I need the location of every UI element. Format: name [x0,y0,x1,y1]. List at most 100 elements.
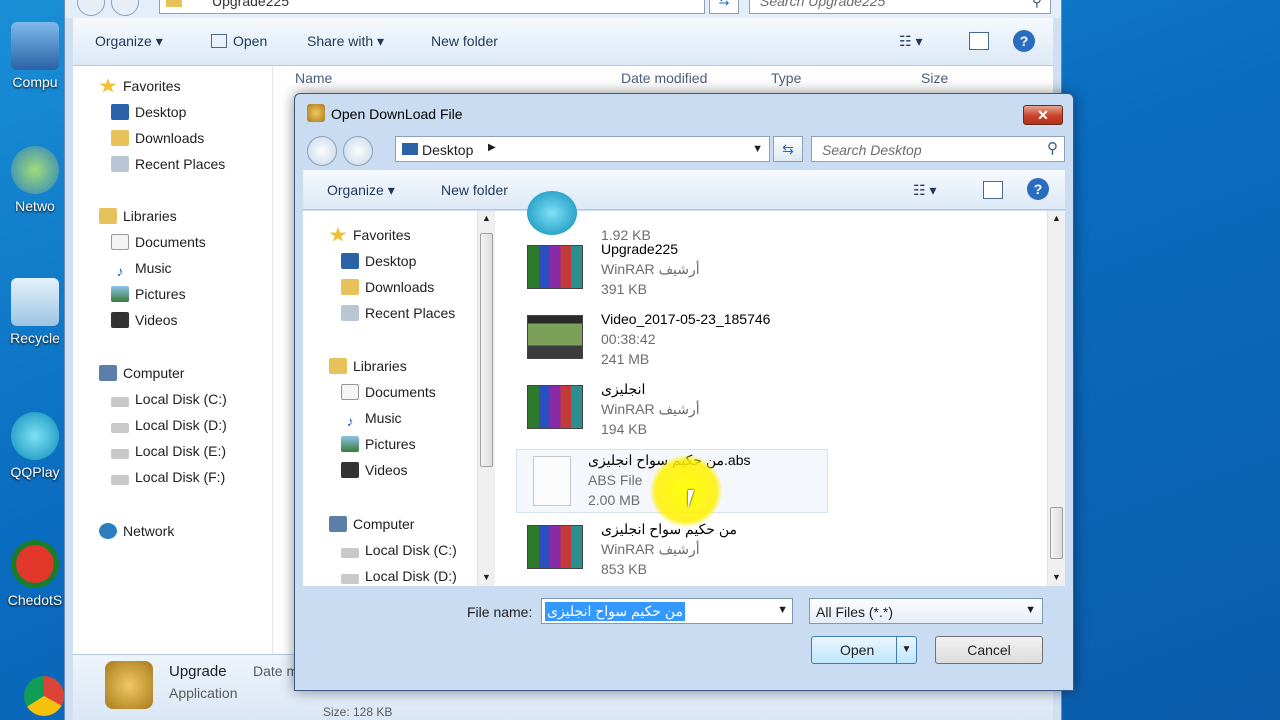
column-size[interactable]: Size [921,70,948,86]
desktop-icon-chedot[interactable]: ChedotS [4,540,66,608]
file-size: 241 MB [601,351,650,367]
disk-icon [111,423,129,433]
computer-icon [329,516,347,532]
file-type: WinRAR أرشيف [601,401,700,417]
scroll-up-icon[interactable]: ▲ [482,213,491,223]
video-thumbnail-icon [527,315,583,359]
desktop-icon-network[interactable]: Netwo [4,146,66,214]
help-icon[interactable]: ? [1013,30,1035,52]
nav-libraries[interactable]: Libraries [99,208,177,232]
address-bar[interactable]: Desktop ▶ ▼ [395,136,770,162]
cancel-button[interactable]: Cancel [935,636,1043,664]
back-button[interactable] [307,136,337,166]
view-options-icon[interactable]: ☷ ▾ [913,182,936,199]
file-item[interactable]: من حكيم سواح انجليزى WinRAR أرشيف 853 KB [523,521,833,587]
dialog-nav-pane: Favorites Desktop Downloads Recent Place… [303,211,499,586]
nav-disk-f[interactable]: Local Disk (F:) [111,469,225,493]
nav-videos[interactable]: Videos [341,462,408,486]
nav-libraries[interactable]: Libraries [329,358,407,382]
nav-downloads[interactable]: Downloads [111,130,204,154]
winrar-archive-icon [527,525,583,569]
nav-desktop[interactable]: Desktop [341,253,416,277]
nav-documents[interactable]: Documents [111,234,206,258]
recent-places-icon [111,156,129,172]
nav-favorites[interactable]: Favorites [329,227,411,251]
search-input[interactable]: Search Desktop ⚲ [811,136,1065,162]
open-split-dropdown-icon[interactable]: ▼ [896,637,916,663]
organize-menu[interactable]: Organize ▾ [327,182,395,199]
file-item[interactable]: Upgrade225 WinRAR أرشيف 391 KB [523,241,833,307]
file-list-scrollbar[interactable]: ▲ ▼ [1047,211,1065,586]
view-options-icon[interactable]: ☷ ▾ [899,33,922,50]
search-input[interactable]: Search Upgrade225 ⚲ [749,0,1051,14]
nav-desktop[interactable]: Desktop [111,104,186,128]
nav-disk-e[interactable]: Local Disk (E:) [111,443,226,467]
music-icon: ♪ [346,413,354,429]
refresh-button[interactable]: ⇆ [773,136,803,162]
file-type-filter[interactable]: All Files (*.*) ▼ [809,598,1043,624]
address-bar[interactable]: Upgrade225 [159,0,705,14]
forward-button[interactable] [111,0,139,16]
file-item[interactable]: Video_2017-05-23_185746 00:38:42 241 MB [523,311,833,377]
nav-disk-d[interactable]: Local Disk (D:) [111,417,227,441]
scroll-down-icon[interactable]: ▼ [482,572,491,582]
disk-icon [111,449,129,459]
chrome-icon[interactable] [24,676,64,716]
forward-button[interactable] [343,136,373,166]
nav-music[interactable]: ♪ Music [341,410,402,434]
nav-music[interactable]: ♪ Music [111,260,172,284]
file-name-input[interactable]: من حكيم سواح انجليزى ▼ [541,598,793,624]
desktop-icon-qqplayer[interactable]: QQPlay [4,412,66,480]
winrar-archive-icon [527,245,583,289]
refresh-button[interactable]: ⇆ [709,0,739,14]
organize-menu[interactable]: Organize ▾ [95,33,163,50]
nav-documents[interactable]: Documents [341,384,436,408]
nav-favorites[interactable]: Favorites [99,78,181,102]
nav-recent-places[interactable]: Recent Places [341,305,455,329]
close-button[interactable]: ✕ [1023,105,1063,125]
qqplayer-icon [11,412,59,460]
nav-computer[interactable]: Computer [329,516,414,540]
file-list-scroll-thumb[interactable] [1050,507,1063,559]
chevron-down-icon[interactable]: ▼ [777,604,788,616]
documents-icon [341,384,359,400]
new-folder-button[interactable]: New folder [431,33,498,49]
star-icon [329,227,347,242]
nav-computer[interactable]: Computer [99,365,184,389]
desktop-icon-recycle-bin[interactable]: Recycle [4,278,66,346]
address-dropdown-icon[interactable]: ▼ [752,143,763,155]
nav-pictures[interactable]: Pictures [111,286,186,310]
help-icon[interactable]: ? [1027,178,1049,200]
nav-disk-c[interactable]: Local Disk (C:) [111,391,227,415]
file-item[interactable]: انجليزى WinRAR أرشيف 194 KB [523,381,833,447]
file-type-filter-value: All Files (*.*) [816,604,894,620]
back-button[interactable] [77,0,105,16]
share-with-menu[interactable]: Share with ▾ [307,33,384,50]
preview-pane-icon[interactable] [969,32,989,50]
new-folder-button[interactable]: New folder [441,182,508,198]
desktop-icon-computer[interactable]: Compu [4,22,66,90]
search-placeholder: Search Upgrade225 [760,0,886,9]
nav-pictures[interactable]: Pictures [341,436,416,460]
address-text: Desktop [422,142,474,158]
desktop-icon-label: Netwo [15,198,55,214]
preview-pane-icon[interactable] [983,181,1003,199]
scroll-down-icon[interactable]: ▼ [1052,572,1061,582]
column-type[interactable]: Type [771,70,801,86]
open-button[interactable]: Open [211,33,267,49]
explorer-nav-pane: Favorites Desktop Downloads Recent Place… [73,66,273,654]
nav-disk-c[interactable]: Local Disk (C:) [341,542,457,566]
nav-recent-places[interactable]: Recent Places [111,156,225,180]
nav-pane-scroll-thumb[interactable] [480,233,493,467]
column-name[interactable]: Name [295,70,332,86]
dialog-nav-row: Desktop ▶ ▼ ⇆ Search Desktop ⚲ [303,134,1065,168]
dialog-title-bar[interactable]: Open DownLoad File ✕ [295,94,1073,134]
scroll-up-icon[interactable]: ▲ [1052,213,1061,223]
column-date-modified[interactable]: Date modified [621,70,707,86]
nav-downloads[interactable]: Downloads [341,279,434,303]
nav-videos[interactable]: Videos [111,312,178,336]
details-type: Application [169,685,238,701]
nav-network[interactable]: Network [99,523,174,547]
nav-pane-scrollbar[interactable]: ▲ ▼ [477,211,495,586]
open-button[interactable]: Open ▼ [811,636,917,664]
